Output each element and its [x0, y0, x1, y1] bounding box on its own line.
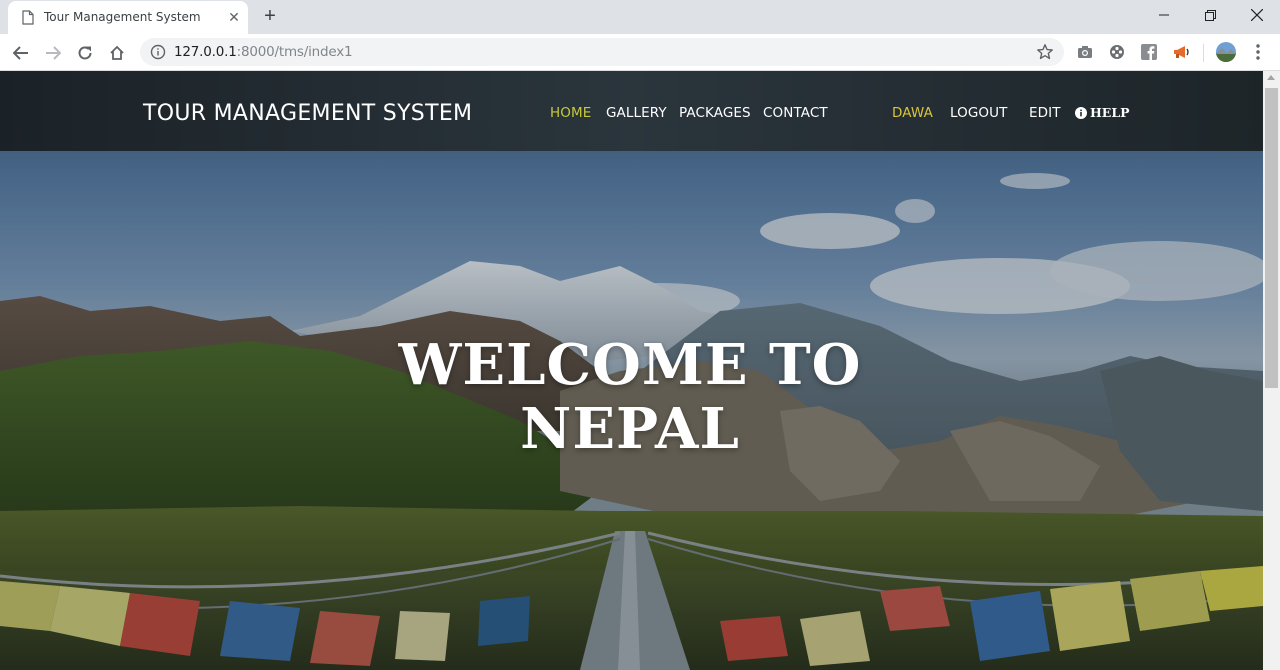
address-bar[interactable]: 127.0.0.1:8000/tms/index1: [140, 38, 1064, 66]
url-host: 127.0.0.1: [174, 44, 237, 60]
hero-heading: WELCOME TO NEPAL: [330, 333, 930, 461]
bookmark-star-icon[interactable]: [1036, 43, 1054, 61]
close-window-icon[interactable]: [1234, 0, 1280, 30]
reload-icon[interactable]: [72, 40, 98, 66]
minimize-icon[interactable]: [1141, 0, 1187, 30]
home-icon[interactable]: [104, 40, 130, 66]
nav-help[interactable]: HELP: [1075, 105, 1130, 120]
nav-packages[interactable]: PACKAGES: [679, 105, 751, 121]
scroll-thumb[interactable]: [1265, 88, 1278, 388]
nav-edit[interactable]: EDIT: [1029, 105, 1061, 121]
menu-icon[interactable]: [1250, 43, 1266, 61]
nav-logout[interactable]: LOGOUT: [950, 105, 1007, 121]
page-scrollbar[interactable]: [1263, 71, 1280, 670]
url-path: :8000/tms/index1: [236, 44, 353, 60]
forward-icon[interactable]: [40, 40, 66, 66]
site-navbar: TOUR MANAGEMENT SYSTEM HOME GALLERY PACK…: [0, 71, 1263, 151]
site-brand[interactable]: TOUR MANAGEMENT SYSTEM: [143, 101, 472, 126]
page-viewport: TOUR MANAGEMENT SYSTEM HOME GALLERY PACK…: [0, 71, 1263, 670]
help-label: HELP: [1090, 105, 1130, 120]
info-icon[interactable]: [150, 44, 166, 60]
hero-heading-line1: WELCOME TO: [398, 332, 862, 398]
info-circle-icon: [1075, 106, 1087, 119]
url-text: 127.0.0.1:8000/tms/index1: [174, 44, 353, 60]
browser-tab[interactable]: Tour Management System ✕: [8, 1, 248, 34]
page-icon: [22, 10, 34, 25]
nav-home[interactable]: HOME: [550, 105, 591, 121]
restore-icon[interactable]: [1187, 0, 1233, 30]
browser-toolbar: 127.0.0.1:8000/tms/index1: [0, 34, 1280, 71]
camera-icon[interactable]: [1076, 43, 1094, 61]
new-tab-icon[interactable]: +: [258, 5, 282, 29]
film-reel-icon[interactable]: [1108, 43, 1126, 61]
toolbar-divider: [1203, 44, 1204, 62]
close-tab-icon[interactable]: ✕: [226, 9, 242, 25]
scroll-up-arrow-icon[interactable]: [1267, 75, 1275, 80]
nav-gallery[interactable]: GALLERY: [606, 105, 667, 121]
hero-section: TOUR MANAGEMENT SYSTEM HOME GALLERY PACK…: [0, 71, 1263, 670]
tab-strip: Tour Management System ✕ +: [0, 0, 1280, 34]
back-icon[interactable]: [8, 40, 34, 66]
nav-user[interactable]: DAWA: [892, 105, 933, 121]
nav-contact[interactable]: CONTACT: [763, 105, 828, 121]
megaphone-icon[interactable]: [1172, 43, 1190, 61]
facebook-icon[interactable]: [1140, 43, 1158, 61]
profile-avatar-icon[interactable]: [1216, 42, 1236, 62]
hero-heading-line2: NEPAL: [520, 396, 740, 462]
tab-title: Tour Management System: [44, 10, 201, 24]
